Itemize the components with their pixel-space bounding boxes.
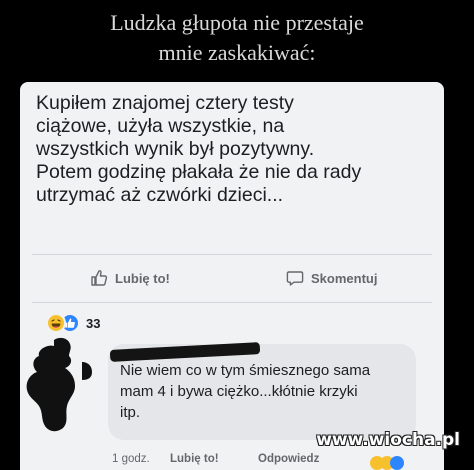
comment-time: 1 godz. bbox=[112, 453, 150, 465]
speech-bubble-icon bbox=[286, 271, 304, 286]
divider bbox=[32, 302, 432, 303]
comment-reply-link[interactable]: Odpowiedz bbox=[258, 453, 319, 465]
post-text: Kupiłem znajomej cztery testy ciążowe, u… bbox=[36, 92, 436, 207]
post-action-bar: Lubię to! Skomentuj bbox=[20, 264, 444, 292]
post-text-line: utrzymać aż czwórki dzieci... bbox=[36, 184, 284, 206]
caption-line-2: mnie zaskakiwać: bbox=[158, 40, 316, 65]
post-text-line: wszystkich wynik był pozytywny. bbox=[36, 138, 315, 160]
post-text-line: Potem godzinę płakała że nie da rady bbox=[36, 161, 362, 183]
comment-text: Nie wiem co w tym śmiesznego sama mam 4 … bbox=[120, 360, 410, 423]
haha-reaction-icon bbox=[46, 313, 66, 333]
comment-button[interactable]: Skomentuj bbox=[286, 264, 377, 292]
post-text-line: Kupiłem znajomej cztery testy bbox=[36, 92, 294, 114]
divider bbox=[32, 254, 432, 255]
redacted-username bbox=[109, 342, 261, 362]
comment-text-line: itp. bbox=[120, 404, 141, 421]
commenter-avatar[interactable] bbox=[24, 336, 112, 448]
like-button-label: Lubię to! bbox=[115, 270, 170, 286]
site-watermark: www.wiocha.pl bbox=[316, 430, 460, 450]
comment-text-line: mam 4 i bywa ciężko...kłótnie krzyki bbox=[120, 383, 358, 400]
like-button[interactable]: Lubię to! bbox=[90, 264, 170, 292]
reaction-count: 33 bbox=[86, 315, 101, 331]
like-reaction-icon bbox=[390, 456, 404, 470]
facebook-post-card: Kupiłem znajomej cztery testy ciążowe, u… bbox=[20, 82, 444, 470]
meme-caption: Ludzka głupota nie przestaje mnie zaskak… bbox=[0, 0, 474, 80]
thumbs-up-icon bbox=[91, 270, 108, 286]
comment-button-label: Skomentuj bbox=[311, 270, 378, 286]
comment-like-link[interactable]: Lubię to! bbox=[170, 453, 219, 465]
comment-bubble: Nie wiem co w tym śmiesznego sama mam 4 … bbox=[108, 342, 416, 440]
reaction-summary[interactable]: 33 bbox=[46, 312, 100, 334]
comment-reaction-badges[interactable] bbox=[370, 454, 430, 470]
post-text-line: ciążowe, użyła wszystkie, na bbox=[36, 115, 285, 137]
comment-text-line: Nie wiem co w tym śmiesznego sama bbox=[120, 362, 371, 379]
caption-line-1: Ludzka głupota nie przestaje bbox=[110, 10, 364, 35]
